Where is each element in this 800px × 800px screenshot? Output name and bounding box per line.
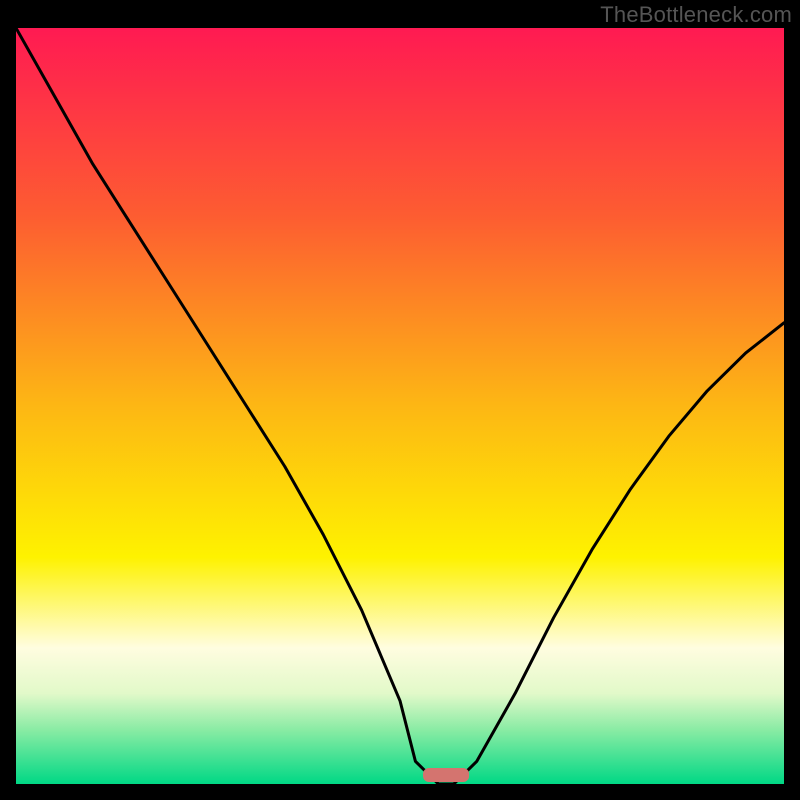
bottleneck-plot <box>16 28 784 784</box>
optimal-marker <box>423 768 469 782</box>
watermark-text: TheBottleneck.com <box>600 2 792 28</box>
chart-frame: TheBottleneck.com <box>0 0 800 800</box>
gradient-background <box>16 28 784 784</box>
plot-area <box>16 28 784 784</box>
